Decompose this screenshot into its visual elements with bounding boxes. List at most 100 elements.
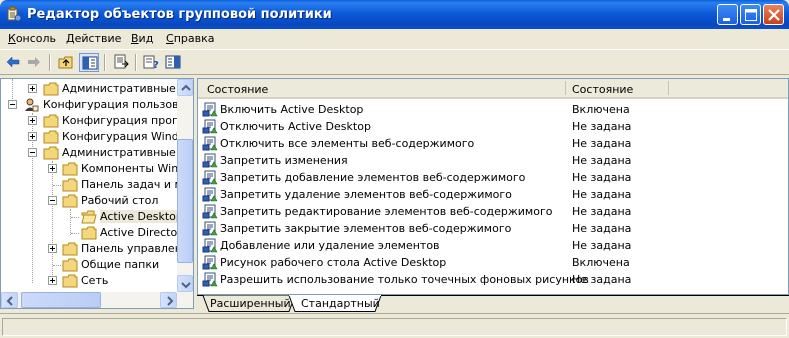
menu-help-rest: правка [173, 32, 215, 45]
menu-accesskey: К [8, 32, 16, 45]
setting-state: Не задана [572, 171, 632, 184]
column-header-state[interactable]: Состояние [572, 83, 633, 96]
folder-icon [62, 162, 78, 176]
scroll-thumb[interactable] [21, 292, 101, 308]
tree-item-active-desktop[interactable]: Active Desktop [1, 209, 183, 225]
menu-console-rest: онсоль [15, 32, 57, 45]
tree-item[interactable]: Сеть [1, 273, 177, 289]
forward-button[interactable] [24, 53, 44, 72]
tree-item[interactable]: Компоненты Windo [1, 161, 192, 177]
show-hide-action-pane-button[interactable] [163, 53, 183, 72]
list-row[interactable]: Запретить добавление элементов веб-содер… [198, 169, 788, 186]
menu-console[interactable]: Консоль [8, 32, 56, 45]
scroll-thumb[interactable] [177, 139, 193, 263]
close-button[interactable] [763, 4, 784, 25]
folder-icon [62, 258, 78, 272]
settings-list[interactable]: Состояние Состояние Включить Active Desk… [197, 78, 789, 295]
tree-item[interactable]: Конфигурация програ [1, 113, 191, 129]
collapse-icon[interactable] [8, 100, 17, 109]
folder-icon [62, 178, 78, 192]
tree-item-label: Компоненты Windo [81, 162, 192, 175]
expand-icon[interactable] [48, 276, 57, 285]
folder-icon [62, 242, 78, 256]
tree-item[interactable]: Рабочий стол [1, 193, 177, 209]
show-hide-action-pane-icon [165, 55, 181, 69]
list-row[interactable]: Включить Active Desktop Включена [198, 101, 788, 118]
expand-icon[interactable] [48, 244, 57, 253]
setting-name: Запретить изменения [220, 154, 348, 167]
folder-icon [81, 226, 97, 240]
maximize-button[interactable] [740, 4, 761, 25]
tree-item-label: Active Desktop [100, 210, 183, 223]
list-row[interactable]: Отключить Active Desktop Не задана [198, 118, 788, 135]
svg-text:?: ? [153, 60, 159, 70]
list-row[interactable]: Запретить изменения Не задана [198, 152, 788, 169]
policy-setting-icon [202, 136, 218, 151]
tree-item[interactable]: Конфигурация пользоват [1, 97, 192, 113]
policy-setting-icon [202, 221, 218, 236]
policy-setting-icon [202, 204, 218, 219]
expand-icon[interactable] [28, 116, 37, 125]
setting-name: Рисунок рабочего стола Active Desktop [220, 256, 447, 269]
back-button[interactable] [3, 53, 23, 72]
tree-item[interactable]: Административные ш [1, 81, 189, 97]
collapse-icon[interactable] [28, 148, 37, 157]
policy-setting-icon [202, 119, 218, 134]
list-row[interactable]: Рисунок рабочего стола Active Desktop Вкл… [198, 254, 788, 271]
expand-icon[interactable] [28, 132, 37, 141]
tree-item[interactable]: Административные ш [1, 145, 189, 161]
close-icon [768, 9, 780, 21]
collapse-icon[interactable] [48, 196, 57, 205]
tree-item-label: Конфигурация Window [62, 130, 194, 143]
properties-help-button[interactable]: ? [141, 53, 161, 72]
scroll-left-button[interactable] [1, 292, 18, 308]
title-bar[interactable]: Редактор объектов групповой политики [0, 0, 789, 29]
tree-item-label: Конфигурация програ [62, 114, 192, 127]
column-header-name[interactable]: Состояние [207, 83, 268, 96]
scroll-right-button[interactable] [160, 292, 177, 308]
expand-icon[interactable] [28, 84, 37, 93]
menu-action[interactable]: Действие [66, 32, 121, 45]
show-hide-tree-button[interactable] [79, 53, 99, 72]
list-row[interactable]: Запретить удаление элементов веб-содержи… [198, 186, 788, 203]
open-folder-icon [81, 210, 97, 224]
setting-state: Не задана [572, 239, 632, 252]
tab-standard[interactable]: Стандартный [295, 295, 380, 312]
chevron-left-icon [6, 296, 13, 306]
console-tree[interactable]: Административные ш Конфигурация пользова… [0, 78, 194, 309]
tree-vertical-scrollbar[interactable] [177, 79, 193, 292]
list-row[interactable]: Запретить закрытие элементов веб-содержи… [198, 220, 788, 237]
scroll-up-button[interactable] [177, 79, 193, 96]
list-row[interactable]: Отключить все элементы веб-содержимого Не… [198, 135, 788, 152]
menu-help[interactable]: Справка [166, 32, 214, 45]
menu-view-rest: ид [138, 32, 154, 45]
column-divider[interactable] [668, 81, 669, 95]
scroll-down-button[interactable] [177, 275, 193, 292]
tree-horizontal-scrollbar[interactable] [1, 292, 193, 308]
list-row[interactable]: Запретить редактирование элементов веб-с… [198, 203, 788, 220]
tree-item-label: Административные ш [62, 146, 190, 159]
minimize-button[interactable] [717, 4, 738, 25]
setting-state: Не задана [572, 154, 632, 167]
setting-name: Запретить редактирование элементов веб-с… [220, 205, 553, 218]
tree-item-label: Сеть [81, 274, 109, 287]
tree-item[interactable]: Панель управлени [1, 241, 189, 257]
show-hide-tree-icon [82, 56, 98, 70]
toolbar-separator [135, 54, 137, 71]
up-folder-button[interactable] [56, 53, 76, 72]
expand-icon[interactable] [48, 164, 57, 173]
menu-view[interactable]: Вид [131, 32, 153, 45]
tree-item[interactable]: Панель задач и ме [1, 177, 190, 193]
tree-item[interactable]: Active Directory [1, 225, 188, 241]
tab-extended[interactable]: Расширенный [207, 295, 291, 312]
setting-state: Не задана [572, 120, 632, 133]
list-row[interactable]: Разрешить использование только точечных … [198, 271, 788, 288]
column-divider[interactable] [565, 81, 566, 95]
export-list-button[interactable] [111, 53, 131, 72]
tree-item[interactable]: Конфигурация Window [1, 129, 193, 145]
tab-label: Стандартный [301, 297, 380, 310]
tree-item-label: Active Directory [100, 226, 189, 239]
tree-item-label: Конфигурация пользоват [43, 98, 192, 111]
list-row[interactable]: Добавление или удаление элементов Не зада… [198, 237, 788, 254]
tree-item[interactable]: Общие папки [1, 257, 177, 273]
